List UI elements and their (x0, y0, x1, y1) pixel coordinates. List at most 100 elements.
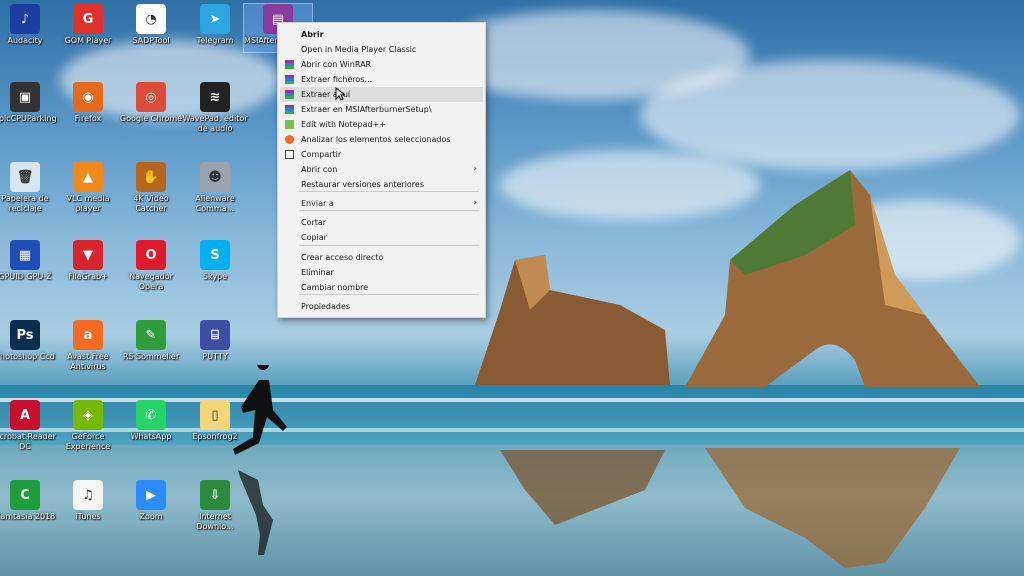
avast-icon (285, 135, 294, 144)
desktop-icon-label: Skype (202, 272, 228, 281)
desktop-icon[interactable]: C Camtasia 2018 (0, 480, 59, 522)
audacity-icon: ♪ (10, 4, 40, 34)
context-menu-item[interactable]: Copiar (280, 230, 483, 245)
desktop-icon[interactable]: ▯ Epsonfrog2 (181, 400, 249, 442)
mouse-cursor-icon (335, 87, 345, 101)
menu-separator (299, 294, 479, 295)
context-menu-item-label: Extraer en MSIAfterburnerSetup\ (301, 105, 432, 114)
desktop-icon-label: WhatsApp (130, 432, 172, 441)
wavepad-icon: ≋ (200, 82, 230, 112)
context-menu-item-label: Crear acceso directo (301, 253, 384, 262)
desktop-icon[interactable]: ▲ VLC media player (54, 162, 122, 214)
opera-icon: O (136, 240, 166, 270)
gpuz-icon: ▦ (10, 240, 40, 270)
cloud (640, 60, 1020, 170)
context-menu-item[interactable]: Eliminar (280, 265, 483, 280)
desktop-icon[interactable]: ➤ Telegram (181, 4, 249, 46)
whatsapp-icon: ✆ (136, 400, 166, 430)
desktop-icon-label: iTunes (75, 512, 101, 521)
desktop-icon-label: Google Chrome (119, 114, 183, 123)
desktop-icon[interactable]: ◎ Google Chrome (117, 82, 185, 124)
context-menu-item[interactable]: Open in Media Player Classic (280, 42, 483, 57)
desktop-icon[interactable]: ♫ iTunes (54, 480, 122, 522)
menu-separator (299, 191, 479, 192)
desktop-icon[interactable]: ◈ GeForce Experience (54, 400, 122, 452)
context-menu-item-label: Cortar (301, 218, 327, 227)
desktop-icon-label: SADPTool (132, 36, 170, 45)
desktop-icon-label: FileGrab+ (68, 272, 108, 281)
desktop-icon[interactable]: A Acrobat Reader DC (0, 400, 59, 452)
desktop-icon-label: Avast Free Antivirus (67, 352, 109, 371)
menu-separator (299, 210, 479, 211)
desktop-icon[interactable]: ◔ SADPTool (117, 4, 185, 46)
winrar-icon (285, 105, 294, 114)
cpu-parking-icon: ▣ (10, 82, 40, 112)
desktop-icon[interactable]: ⇩ Internet Downlo... (181, 480, 249, 532)
context-menu-item[interactable]: Cortar (280, 215, 483, 230)
context-menu-item-label: Abrir con (301, 165, 338, 174)
context-menu-item-label: Compartir (301, 150, 342, 159)
desktop-icon[interactable]: 🗑 Papelera de reciclaje (0, 162, 59, 214)
context-menu-item[interactable]: Extraer en MSIAfterburnerSetup\ (280, 102, 483, 117)
context-menu-item-label: Copiar (301, 233, 327, 242)
context-menu-item-label: Edit with Notepad++ (301, 120, 386, 129)
small-rock-reflection (500, 450, 665, 525)
desktop-icon[interactable]: ⌸ PUTTY (181, 320, 249, 362)
desktop-icon-label: WavePad, editor de audio (182, 114, 248, 133)
desktop-icon-label: 4K Video Catcher (133, 194, 169, 213)
context-menu-item[interactable]: Edit with Notepad++ (280, 117, 483, 132)
desktop-icon[interactable]: ✆ WhatsApp (117, 400, 185, 442)
desktop-icon[interactable]: a Avast Free Antivirus (54, 320, 122, 372)
context-menu-item-label: Propiedades (301, 302, 351, 311)
context-menu-item[interactable]: Enviar a › (280, 196, 483, 211)
context-menu-item[interactable]: Extraer aquí (280, 87, 483, 102)
context-menu-item-label: Cambiar nombre (301, 283, 369, 292)
desktop-icon-label: Epsonfrog2 (192, 432, 238, 441)
alienware-icon: ☻ (200, 162, 230, 192)
desktop-icon[interactable]: ≋ WavePad, editor de audio (181, 82, 249, 134)
zoom-icon: ▶ (136, 480, 166, 510)
chrome-icon: ◎ (136, 82, 166, 112)
desktop-icon[interactable]: ◉ Firefox (54, 82, 122, 124)
photoshop-icon: Ps (10, 320, 40, 350)
idm-icon: ⇩ (200, 480, 230, 510)
desktop-icon[interactable]: ☻ Alienware Comma... (181, 162, 249, 214)
recycle-bin-icon: 🗑 (10, 162, 40, 192)
desktop-icon-label: ApicCPUParking (0, 114, 57, 123)
desktop-icon-label: Photoshop Ccd (0, 352, 55, 361)
desktop-icon[interactable]: ♪ Audacity (0, 4, 59, 46)
putty-icon: ⌸ (200, 320, 230, 350)
desktop-icon[interactable]: O Navegador Opera (117, 240, 185, 292)
context-menu-item[interactable]: Abrir (280, 27, 483, 42)
camtasia-icon: C (10, 480, 40, 510)
context-menu-item[interactable]: Cambiar nombre (280, 280, 483, 295)
context-menu-item[interactable]: Propiedades (280, 299, 483, 314)
desktop-icon[interactable]: G GOM Player (54, 4, 122, 46)
context-menu-item[interactable]: Compartir (280, 147, 483, 162)
gom-player-icon: G (73, 4, 103, 34)
desktop-icon-label: Acrobat Reader DC (0, 432, 56, 451)
desktop-icon[interactable]: ▣ ApicCPUParking (0, 82, 59, 124)
desktop-icon[interactable]: ✋ 4K Video Catcher (117, 162, 185, 214)
desktop-icon-label: GeForce Experience (65, 432, 111, 451)
context-menu-item[interactable]: Crear acceso directo (280, 250, 483, 265)
context-menu-item[interactable]: Abrir con › (280, 162, 483, 177)
chevron-right-icon: › (473, 164, 477, 174)
context-menu-item[interactable]: Restaurar versiones anteriores (280, 177, 483, 192)
context-menu-item[interactable]: Abrir con WinRAR (280, 57, 483, 72)
context-menu-item[interactable]: Extraer ficheros... (280, 72, 483, 87)
desktop-icon[interactable]: Ps Photoshop Ccd (0, 320, 59, 362)
winrar-icon (285, 60, 294, 69)
desktop-icon-label: Firefox (74, 114, 102, 123)
desktop-icon[interactable]: ▶ Zoom (117, 480, 185, 522)
desktop-icon[interactable]: ▦ GPUID GPU-Z (0, 240, 59, 282)
desktop-icon[interactable]: ✎ RS Sommelier (117, 320, 185, 362)
desktop-icon[interactable]: S Skype (181, 240, 249, 282)
share-icon (285, 150, 294, 159)
chevron-right-icon: › (473, 198, 477, 208)
context-menu-item-label: Abrir (301, 30, 324, 39)
desktop-icon[interactable]: ▼ FileGrab+ (54, 240, 122, 282)
context-menu-item[interactable]: Analizar los elementos seleccionados (280, 132, 483, 147)
sadptool-icon: ◔ (136, 4, 166, 34)
vlc-icon: ▲ (73, 162, 103, 192)
